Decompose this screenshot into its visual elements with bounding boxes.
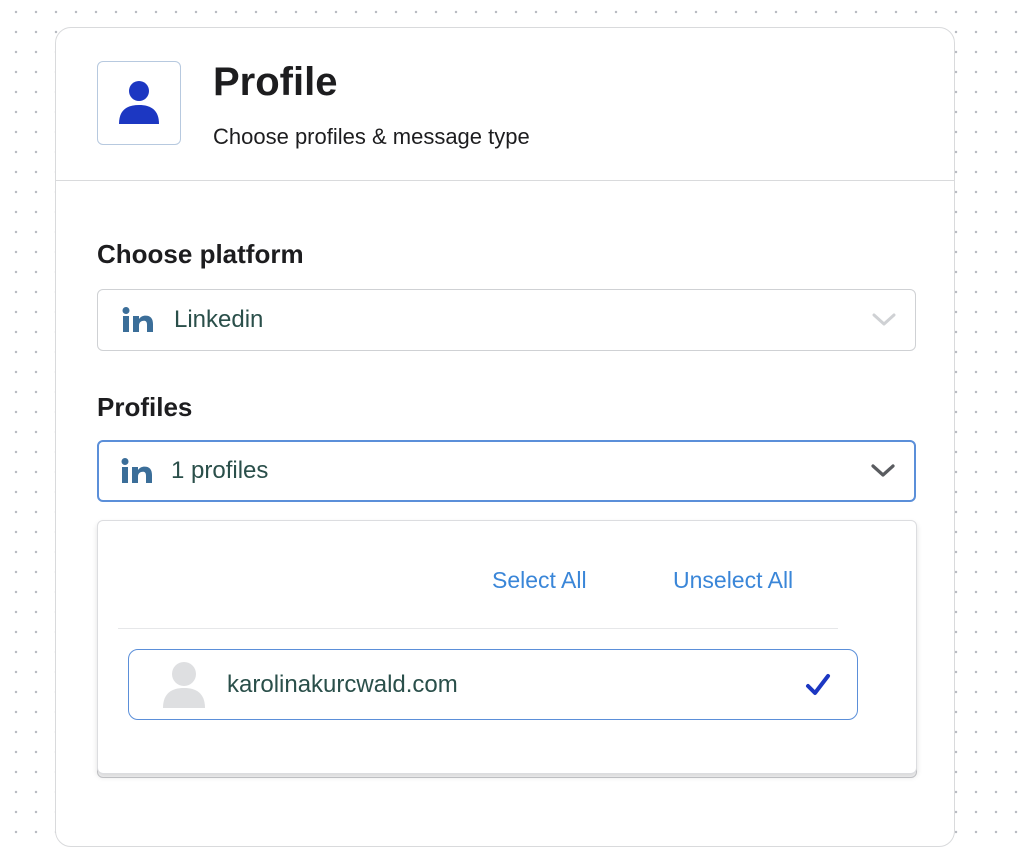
profiles-select-value: 1 profiles [171,457,269,484]
linkedin-icon [122,307,156,333]
linkedin-icon [121,458,155,484]
page-subtitle: Choose profiles & message type [213,124,530,149]
avatar-placeholder-icon [163,661,205,708]
profile-avatar-box [97,61,181,145]
profile-card: Profile Choose profiles & message type C… [55,27,955,847]
profile-option[interactable]: karolinakurcwald.com [128,649,858,720]
profiles-select[interactable]: 1 profiles [97,440,916,502]
dropdown-divider [118,628,838,629]
user-icon [119,81,159,124]
select-all-button[interactable]: Select All [492,567,587,594]
chevron-down-icon [871,464,895,477]
profiles-label: Profiles [97,392,193,422]
page-title: Profile [213,60,338,104]
profiles-dropdown: Select All Unselect All karolinakurcwald… [97,520,917,774]
platform-select[interactable]: Linkedin [97,289,916,351]
platform-select-value: Linkedin [174,306,264,333]
check-icon [806,673,830,695]
platform-label: Choose platform [97,239,304,269]
unselect-all-button[interactable]: Unselect All [673,567,793,594]
chevron-down-icon [872,313,896,326]
profile-option-name: karolinakurcwald.com [227,670,458,698]
card-header: Profile Choose profiles & message type [56,28,954,181]
